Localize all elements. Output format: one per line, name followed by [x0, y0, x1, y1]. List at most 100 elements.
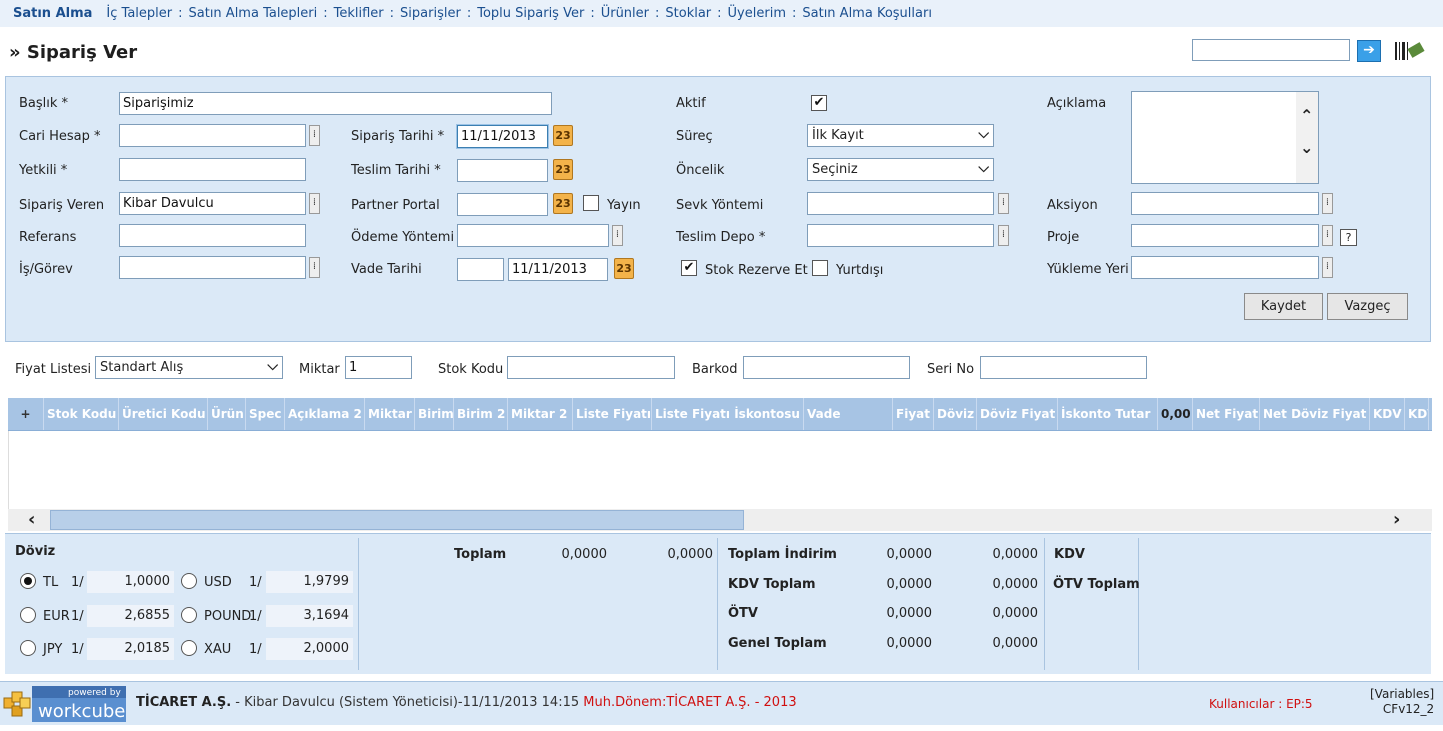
column-header[interactable]: İskonto Tutar	[1058, 398, 1158, 430]
chevron-right-icon[interactable]: ›	[1393, 509, 1400, 531]
stok-rezerve-checkbox[interactable]: ✔	[681, 260, 697, 276]
column-header[interactable]: Döviz	[934, 398, 977, 430]
teslim-depo-picker-icon[interactable]: ⁞	[998, 225, 1009, 246]
scrollbar-thumb[interactable]	[50, 510, 744, 530]
column-header[interactable]: Ürün	[208, 398, 246, 430]
teslim-depo-input[interactable]	[807, 224, 994, 247]
aksiyon-picker-icon[interactable]: ⁞	[1322, 193, 1333, 214]
currency-radio-tl[interactable]	[20, 573, 36, 589]
nav-item-satin-alma-talepleri[interactable]: Satın Alma Talepleri	[189, 6, 318, 21]
nav-item-uyelerim[interactable]: Üyelerim	[728, 6, 786, 21]
chevron-up-icon[interactable]: ⌃	[1300, 106, 1313, 125]
yetkili-input[interactable]	[119, 158, 306, 181]
odeme-yontemi-input[interactable]	[457, 224, 609, 247]
nav-item-siparisler[interactable]: Siparişler	[400, 6, 461, 21]
sevk-yontemi-input[interactable]	[807, 192, 994, 215]
vade-gun-input[interactable]	[457, 258, 504, 281]
fiyat-listesi-select[interactable]: Standart Alış ⌵	[95, 356, 283, 379]
seri-no-input[interactable]	[980, 356, 1147, 379]
column-header[interactable]: Liste Fiyatı İskontosu	[652, 398, 804, 430]
currency-rate-input[interactable]: 2,6855	[87, 605, 174, 627]
miktar-input[interactable]: 1	[345, 356, 412, 379]
proje-input[interactable]	[1131, 224, 1319, 247]
horizontal-scrollbar[interactable]: ‹ ›	[8, 509, 1432, 531]
column-header[interactable]: KDV	[1370, 398, 1405, 430]
save-button[interactable]: Kaydet	[1244, 293, 1323, 320]
vade-tarihi-input[interactable]: 11/11/2013	[508, 258, 608, 281]
oncelik-select[interactable]: Seçiniz ⌵	[807, 158, 994, 181]
nav-item-ic-talepler[interactable]: İç Talepler	[106, 6, 172, 21]
siparis-veren-picker-icon[interactable]: ⁞	[309, 193, 320, 214]
column-header[interactable]: 0,00	[1158, 398, 1193, 430]
nav-brand[interactable]: Satın Alma	[13, 6, 92, 21]
column-header[interactable]: Fiyat	[893, 398, 934, 430]
nav-item-satin-alma-kosullari[interactable]: Satın Alma Koşulları	[802, 6, 932, 21]
currency-radio-pound[interactable]	[181, 607, 197, 623]
nav-item-toplu-siparis[interactable]: Toplu Sipariş Ver	[477, 6, 584, 21]
chevron-left-icon[interactable]: ‹	[28, 509, 35, 531]
siparis-tarihi-input[interactable]: 11/11/2013	[457, 125, 548, 148]
column-header[interactable]: Üretici Kodu	[119, 398, 208, 430]
calendar-icon[interactable]: 23	[553, 159, 573, 180]
barkod-input[interactable]	[743, 356, 910, 379]
column-header[interactable]: Döviz Fiyat	[977, 398, 1058, 430]
textarea-scrollbar[interactable]: ⌃ ⌄	[1296, 92, 1318, 183]
yukleme-yeri-input[interactable]	[1131, 256, 1319, 279]
aksiyon-input[interactable]	[1131, 192, 1319, 215]
column-header[interactable]: Birim 2	[454, 398, 508, 430]
currency-rate-input[interactable]: 3,1694	[266, 605, 353, 627]
aciklama-textarea[interactable]: ⌃ ⌄	[1131, 91, 1319, 184]
currency-radio-usd[interactable]	[181, 573, 197, 589]
is-gorev-input[interactable]	[119, 256, 306, 279]
column-header[interactable]: KDV	[1405, 398, 1429, 430]
chevron-down-icon[interactable]: ⌄	[1300, 138, 1313, 157]
column-header[interactable]: Açıklama 2	[285, 398, 365, 430]
odeme-yontemi-picker-icon[interactable]: ⁞	[612, 225, 623, 246]
yayin-checkbox[interactable]	[583, 195, 599, 211]
variables-link[interactable]: [Variables]	[1370, 687, 1434, 702]
calendar-icon[interactable]: 23	[553, 193, 573, 214]
teslim-tarihi-input[interactable]	[457, 159, 548, 182]
currency-radio-xau[interactable]	[181, 640, 197, 656]
currency-radio-eur[interactable]	[20, 607, 36, 623]
add-row-button[interactable]: +	[8, 398, 44, 430]
siparis-veren-input[interactable]: Kibar Davulcu	[119, 192, 306, 215]
nav-item-urunler[interactable]: Ürünler	[601, 6, 649, 21]
column-header[interactable]: Miktar 2	[508, 398, 573, 430]
surec-select[interactable]: İlk Kayıt ⌵	[807, 124, 994, 147]
referans-input[interactable]	[119, 224, 306, 247]
help-icon[interactable]: ?	[1340, 229, 1357, 246]
yukleme-yeri-picker-icon[interactable]: ⁞	[1322, 257, 1333, 278]
column-header[interactable]: Net Fiyat	[1193, 398, 1260, 430]
column-header[interactable]: Vade	[804, 398, 893, 430]
cari-hesap-input[interactable]	[119, 124, 306, 147]
cari-hesap-picker-icon[interactable]: ⁞	[309, 125, 320, 146]
period-text[interactable]: Muh.Dönem:TİCARET A.Ş. - 2013	[583, 695, 796, 710]
column-header[interactable]: Birim	[415, 398, 454, 430]
online-users[interactable]: Kullanıcılar : EP:5	[1209, 697, 1313, 711]
is-gorev-picker-icon[interactable]: ⁞	[309, 257, 320, 278]
cancel-button[interactable]: Vazgeç	[1327, 293, 1408, 320]
calendar-icon[interactable]: 23	[553, 125, 573, 146]
column-header[interactable]: Spec	[246, 398, 285, 430]
aktif-checkbox[interactable]: ✔	[811, 95, 827, 111]
partner-portal-input[interactable]	[457, 193, 548, 216]
calendar-icon[interactable]: 23	[614, 258, 634, 279]
proje-picker-icon[interactable]: ⁞	[1322, 225, 1333, 246]
nav-item-teklifler[interactable]: Teklifler	[334, 6, 384, 21]
sevk-yontemi-picker-icon[interactable]: ⁞	[998, 193, 1009, 214]
column-header[interactable]: Miktar	[365, 398, 415, 430]
currency-rate-input[interactable]: 1,0000	[87, 571, 174, 593]
nav-item-stoklar[interactable]: Stoklar	[665, 6, 711, 21]
currency-radio-jpy[interactable]	[20, 640, 36, 656]
column-header[interactable]: Liste Fiyatı	[573, 398, 652, 430]
yurtdisi-checkbox[interactable]	[812, 260, 828, 276]
barcode-icon[interactable]	[1394, 39, 1426, 63]
currency-rate-input[interactable]: 1,9799	[266, 571, 353, 593]
currency-rate-input[interactable]: 2,0000	[266, 638, 353, 660]
arrow-right-icon[interactable]: ➔	[1357, 40, 1381, 62]
column-header[interactable]: Net Döviz Fiyat	[1260, 398, 1370, 430]
currency-rate-input[interactable]: 2,0185	[87, 638, 174, 660]
column-header[interactable]: Stok Kodu	[44, 398, 119, 430]
baslik-input[interactable]: Siparişimiz	[119, 92, 552, 115]
